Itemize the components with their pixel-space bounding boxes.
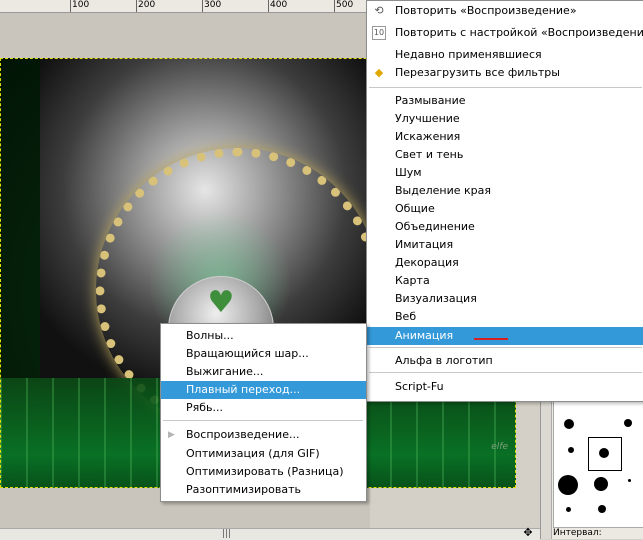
menu-item-decor[interactable]: Декорация <box>367 254 643 272</box>
brush-item[interactable] <box>566 507 571 512</box>
reshow-icon: 10 <box>372 26 386 40</box>
horizontal-ruler[interactable]: 100 200 300 400 500 <box>0 0 370 13</box>
menu-item-blur[interactable]: Размывание <box>367 92 643 110</box>
brush-item[interactable] <box>568 447 574 453</box>
brush-item[interactable] <box>594 477 608 491</box>
menu-item-edge-detect[interactable]: Выделение края <box>367 182 643 200</box>
menu-item-reset-filters[interactable]: ◆ Перезагрузить все фильтры <box>367 64 643 82</box>
submenu-item-spinning-globe[interactable]: Вращающийся шар... <box>161 345 366 363</box>
menu-item-repeat-last[interactable]: ⟲ Повторить «Воспроизведение» <box>367 2 643 20</box>
menu-item-script-fu[interactable]: Script-Fu <box>367 378 643 396</box>
menu-item-combine[interactable]: Объединение <box>367 218 643 236</box>
interval-label: Интервал: <box>553 528 602 538</box>
repeat-icon: ⟲ <box>374 4 384 17</box>
menu-item-animation[interactable]: Анимация <box>367 327 643 345</box>
brush-item[interactable] <box>564 419 574 429</box>
horizontal-scrollbar[interactable]: ||| <box>0 528 540 540</box>
menu-item-alpha-to-logo[interactable]: Альфа в логотип <box>367 352 643 370</box>
ruler-tick <box>136 0 137 12</box>
menu-separator <box>369 372 642 373</box>
ruler-label: 500 <box>336 0 354 10</box>
brush-item[interactable] <box>558 475 578 495</box>
brush-item[interactable] <box>624 419 632 427</box>
menu-item-generic[interactable]: Общие <box>367 200 643 218</box>
animation-submenu: Волны... Вращающийся шар... Выжигание...… <box>160 323 367 502</box>
ruler-label: 100 <box>72 0 90 10</box>
scroll-grip-icon[interactable]: ||| <box>222 529 231 539</box>
submenu-item-playback[interactable]: ▶ Воспроизведение... <box>161 426 366 444</box>
menu-item-reshow-last[interactable]: 10 Повторить с настройкой «Воспроизведен… <box>367 24 643 42</box>
submenu-item-optimize-difference[interactable]: Оптимизировать (Разница) <box>161 463 366 481</box>
ruler-label: 400 <box>270 0 288 10</box>
menu-item-light-shadow[interactable]: Свет и тень <box>367 146 643 164</box>
submenu-item-optimize-gif[interactable]: Оптимизация (для GIF) <box>161 445 366 463</box>
submenu-separator <box>163 420 363 421</box>
menu-item-recently-used[interactable]: Недавно применявшиеся <box>367 46 643 64</box>
navigate-icon[interactable]: ✥ <box>520 527 536 539</box>
ruler-label: 200 <box>138 0 156 10</box>
menu-item-enhance[interactable]: Улучшение <box>367 110 643 128</box>
reload-icon: ◆ <box>374 66 384 79</box>
play-icon: ▶ <box>168 430 175 440</box>
brush-item[interactable] <box>628 479 631 482</box>
ruler-tick <box>334 0 335 12</box>
menu-item-noise[interactable]: Шум <box>367 164 643 182</box>
menu-separator <box>369 87 642 88</box>
menu-item-artistic[interactable]: Имитация <box>367 236 643 254</box>
menu-separator <box>369 347 642 348</box>
submenu-item-unoptimize[interactable]: Разоптимизировать <box>161 481 366 499</box>
menu-item-render[interactable]: Визуализация <box>367 290 643 308</box>
annotation-underline <box>474 338 508 340</box>
ruler-tick <box>202 0 203 12</box>
ruler-label: 300 <box>204 0 222 10</box>
submenu-item-burn-in[interactable]: Выжигание... <box>161 363 366 381</box>
ruler-tick <box>268 0 269 12</box>
submenu-item-rippling[interactable]: Рябь... <box>161 399 366 417</box>
submenu-item-waves[interactable]: Волны... <box>161 327 366 345</box>
menu-item-distorts[interactable]: Искажения <box>367 128 643 146</box>
menu-item-web[interactable]: Веб <box>367 308 643 326</box>
submenu-item-blend[interactable]: Плавный переход... <box>161 381 366 399</box>
filters-menu: ⟲ Повторить «Воспроизведение» 10 Повтори… <box>366 0 643 402</box>
brush-item[interactable] <box>599 448 609 458</box>
brush-item[interactable] <box>598 505 606 513</box>
ruler-tick <box>70 0 71 12</box>
menu-item-map[interactable]: Карта <box>367 272 643 290</box>
